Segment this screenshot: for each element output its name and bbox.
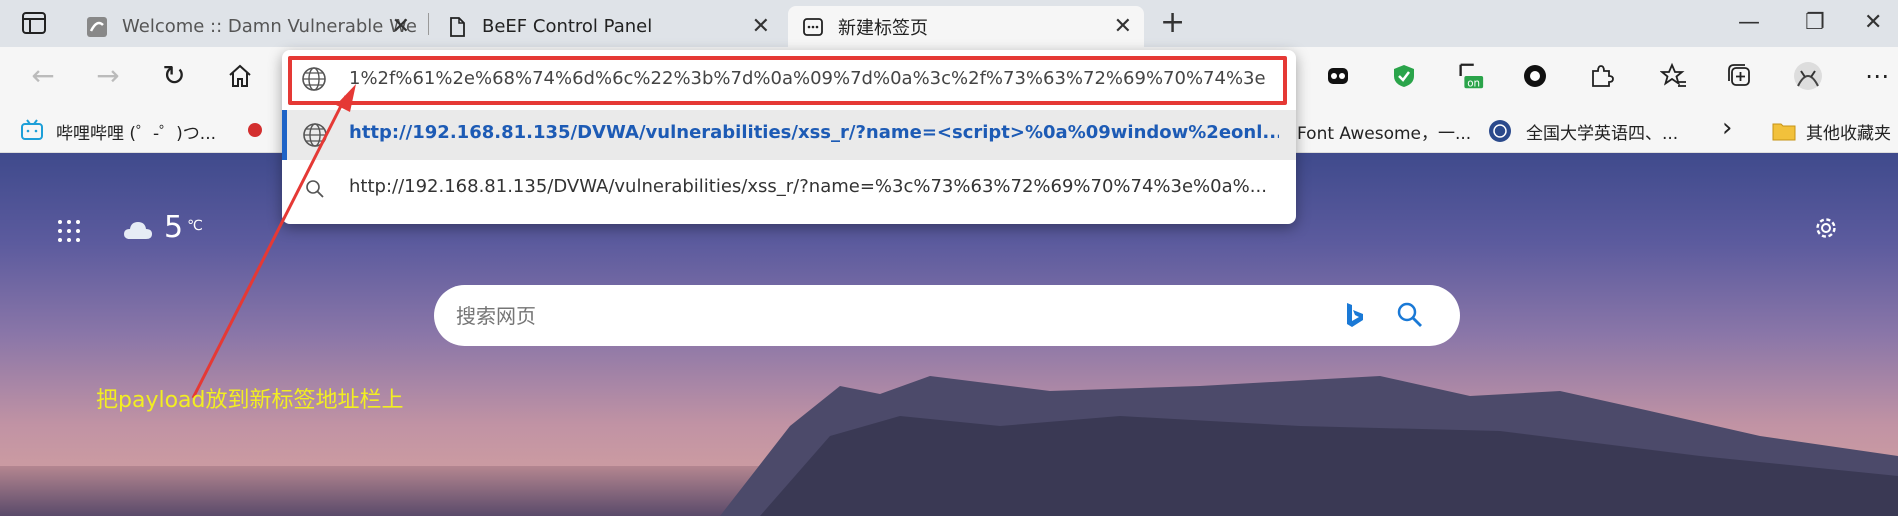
weather-widget[interactable]: 5 ℃: [122, 210, 203, 245]
tab-beef[interactable]: BeEF Control Panel ✕: [432, 6, 782, 47]
close-tab-icon[interactable]: ✕: [1114, 14, 1132, 39]
mountain-landscape: [0, 376, 1898, 516]
svg-text:on: on: [1467, 77, 1480, 89]
document-icon: [450, 16, 465, 37]
profile-avatar[interactable]: [1793, 61, 1823, 91]
cet-emblem-icon: [1489, 120, 1511, 142]
collections-icon[interactable]: [1725, 61, 1755, 91]
search-input[interactable]: [454, 299, 1254, 333]
globe-icon: [303, 123, 327, 147]
weather-unit: ℃: [187, 218, 203, 234]
extension-mask-icon[interactable]: [1323, 61, 1353, 91]
back-icon[interactable]: ←: [28, 61, 58, 91]
suggestion-url: http://192.168.81.135/DVWA/vulnerabiliti…: [349, 122, 1279, 143]
tab-title: Welcome :: Damn Vulnerable We: [122, 16, 417, 37]
bing-logo-icon[interactable]: [1344, 301, 1366, 329]
omnibox-suggestion[interactable]: http://192.168.81.135/DVWA/vulnerabiliti…: [282, 110, 1296, 160]
weather-temperature: 5: [164, 210, 184, 245]
minimize-button[interactable]: —: [1738, 10, 1760, 35]
close-tab-icon[interactable]: ✕: [752, 14, 770, 39]
tab-dvwa[interactable]: Welcome :: Damn Vulnerable We ✕: [72, 6, 422, 47]
close-tab-icon[interactable]: ✕: [392, 14, 410, 39]
suggestion-url: http://192.168.81.135/DVWA/vulnerabiliti…: [349, 176, 1267, 197]
record-icon[interactable]: [1520, 61, 1550, 91]
close-window-button[interactable]: ✕: [1864, 10, 1882, 35]
bookmark-other-folder[interactable]: 其他收藏夹: [1806, 119, 1891, 144]
bookmark-red-favicon-icon[interactable]: [248, 123, 262, 137]
apps-grid-icon[interactable]: [58, 220, 80, 242]
refresh-icon[interactable]: ↻: [159, 61, 189, 91]
home-icon[interactable]: [225, 61, 255, 91]
new-tab-page-icon: [803, 17, 823, 36]
cloud-icon: [124, 222, 152, 239]
search-icon[interactable]: [1396, 301, 1424, 329]
search-box[interactable]: [434, 285, 1460, 346]
bookmark-fontawesome[interactable]: Font Awesome，一...: [1297, 119, 1471, 144]
tab-new[interactable]: 新建标签页 ✕: [788, 6, 1144, 47]
more-menu-icon[interactable]: ⋯: [1862, 61, 1892, 91]
bilibili-icon: [21, 119, 43, 140]
sidebar-toggle-icon[interactable]: [22, 12, 46, 34]
maximize-button[interactable]: ❐: [1805, 10, 1825, 35]
bookmark-bilibili[interactable]: 哔哩哔哩 (゜-゜)つ...: [56, 119, 216, 144]
extensions-puzzle-icon[interactable]: [1586, 61, 1616, 91]
new-tab-button[interactable]: +: [1160, 8, 1185, 38]
shield-icon[interactable]: [1389, 61, 1419, 91]
extension-on-icon[interactable]: on: [1455, 61, 1485, 91]
tab-separator: [428, 13, 429, 35]
forward-icon[interactable]: →: [93, 61, 123, 91]
folder-icon: [1772, 123, 1796, 141]
annotation-text: 把payload放到新标签地址栏上: [96, 388, 404, 413]
settings-gear-icon[interactable]: [1812, 214, 1840, 242]
dvwa-favicon-icon: [87, 16, 107, 37]
bookmark-cet[interactable]: 全国大学英语四、...: [1526, 119, 1678, 144]
selection-bar: [282, 110, 287, 160]
search-icon: [306, 180, 324, 198]
payload-highlight-box: [288, 56, 1287, 105]
tab-strip: Welcome :: Damn Vulnerable We ✕ BeEF Con…: [0, 0, 1898, 47]
tab-title: 新建标签页: [838, 17, 928, 39]
chevron-right-icon[interactable]: ›: [1722, 113, 1732, 143]
favorites-star-icon[interactable]: [1659, 61, 1689, 91]
tab-title: BeEF Control Panel: [482, 16, 653, 37]
